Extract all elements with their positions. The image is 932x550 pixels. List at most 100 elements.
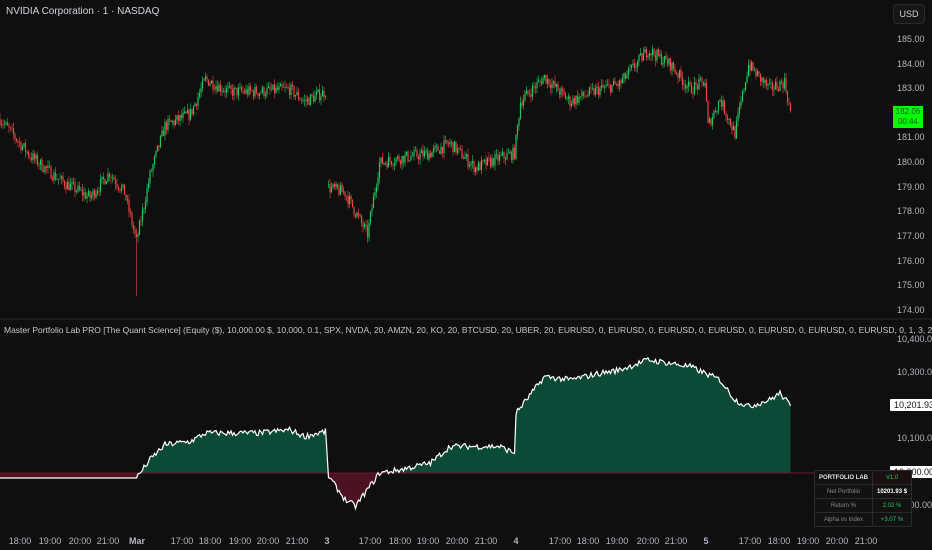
- time-axis-label: 20:00: [636, 536, 660, 546]
- candle-body: [749, 64, 751, 71]
- candle-body: [465, 154, 468, 158]
- candle-body: [456, 148, 459, 153]
- candle-body: [537, 80, 540, 83]
- candle-body: [258, 93, 261, 96]
- candle-body: [71, 182, 73, 184]
- candle-body: [162, 130, 165, 136]
- candle-body: [279, 84, 282, 87]
- candle-body: [416, 150, 418, 157]
- candle-body: [51, 178, 54, 181]
- candle-body: [201, 80, 204, 89]
- candle-body: [581, 91, 583, 97]
- candle-body: [14, 134, 16, 139]
- candle-body: [599, 87, 601, 96]
- candle-body: [566, 98, 568, 100]
- candle-body: [134, 229, 136, 234]
- equity-axis-label: 10,300.00: [897, 367, 932, 377]
- candle-body: [237, 87, 240, 96]
- candle-body: [675, 72, 678, 75]
- candle-body: [525, 90, 528, 95]
- time-axis-label: 19:00: [416, 536, 440, 546]
- candle-body: [449, 142, 451, 145]
- price-axis-label: 176.00: [897, 256, 925, 266]
- candle-body: [432, 148, 435, 153]
- candle-body: [744, 82, 747, 91]
- candle-body: [618, 80, 621, 87]
- candle-body: [519, 102, 522, 119]
- price-axis-label: 175.00: [897, 280, 925, 290]
- candle-body: [12, 128, 15, 135]
- candle-body: [248, 86, 250, 95]
- candle-body: [303, 99, 306, 101]
- candle-body: [158, 145, 160, 148]
- candle-body: [683, 84, 685, 85]
- candle-body: [335, 183, 337, 187]
- candle-body: [188, 109, 190, 120]
- candle-body: [690, 84, 693, 94]
- candle-body: [713, 111, 715, 118]
- candle-body: [5, 122, 7, 124]
- candle-body: [431, 152, 433, 158]
- candle-body: [245, 89, 247, 94]
- candle-body: [701, 78, 703, 82]
- candle-body: [404, 155, 406, 163]
- candle-body: [351, 199, 354, 207]
- candle-body: [467, 154, 469, 167]
- time-axis-label: 17:00: [738, 536, 762, 546]
- candle-body: [407, 151, 409, 161]
- candle-body: [516, 125, 519, 135]
- candle-body: [168, 119, 171, 121]
- candle-body: [491, 158, 493, 167]
- candle-body: [632, 63, 634, 66]
- candle-body: [512, 147, 514, 161]
- time-axis-label: 18:00: [198, 536, 222, 546]
- candle-body: [501, 152, 504, 156]
- candle-body: [86, 195, 88, 199]
- candle-body: [723, 100, 726, 114]
- candle-body: [291, 84, 294, 87]
- candle-body: [623, 73, 625, 79]
- candle-body: [311, 94, 313, 96]
- candle-body: [741, 90, 744, 102]
- candle-body: [152, 164, 154, 172]
- price-axis-label: 179.00: [897, 182, 925, 192]
- candle-body: [200, 88, 202, 94]
- candle-body: [113, 177, 115, 181]
- candle-body: [641, 53, 643, 61]
- time-axis-label: Mar: [128, 536, 146, 546]
- candle-body: [272, 84, 274, 90]
- candle-body: [453, 141, 456, 153]
- candle-body: [702, 81, 705, 86]
- candle-body: [569, 96, 571, 107]
- candle-body: [443, 140, 445, 154]
- candle-body: [363, 224, 366, 228]
- candle-body: [345, 196, 348, 197]
- time-axis-label: 18:00: [576, 536, 600, 546]
- candle-body: [536, 82, 538, 89]
- candle-body: [402, 155, 405, 163]
- candle-body: [698, 78, 700, 90]
- candle-body: [222, 90, 225, 92]
- time-axis-label: 21:00: [664, 536, 688, 546]
- candle-body: [276, 87, 279, 90]
- candle-body: [233, 87, 235, 96]
- candle-body: [282, 86, 285, 88]
- candle-body: [446, 140, 448, 144]
- currency-button[interactable]: USD: [893, 4, 925, 24]
- candle-body: [21, 146, 24, 150]
- time-axis-label: 19:00: [228, 536, 252, 546]
- price-axis-label: 177.00: [897, 231, 925, 241]
- candle-body: [65, 186, 67, 190]
- time-axis-label: 20:00: [68, 536, 92, 546]
- candle-body: [305, 99, 307, 102]
- candle-body: [651, 49, 654, 56]
- candle-body: [207, 79, 210, 86]
- candle-body: [657, 49, 660, 56]
- candle-body: [128, 199, 130, 212]
- indicator-title[interactable]: Master Portfolio Lab PRO [The Quant Scie…: [4, 325, 932, 335]
- candle-body: [396, 156, 399, 159]
- chart-canvas[interactable]: [0, 0, 932, 550]
- time-axis-label: 21:00: [854, 536, 878, 546]
- candle-body: [633, 63, 636, 68]
- candle-body: [648, 53, 651, 56]
